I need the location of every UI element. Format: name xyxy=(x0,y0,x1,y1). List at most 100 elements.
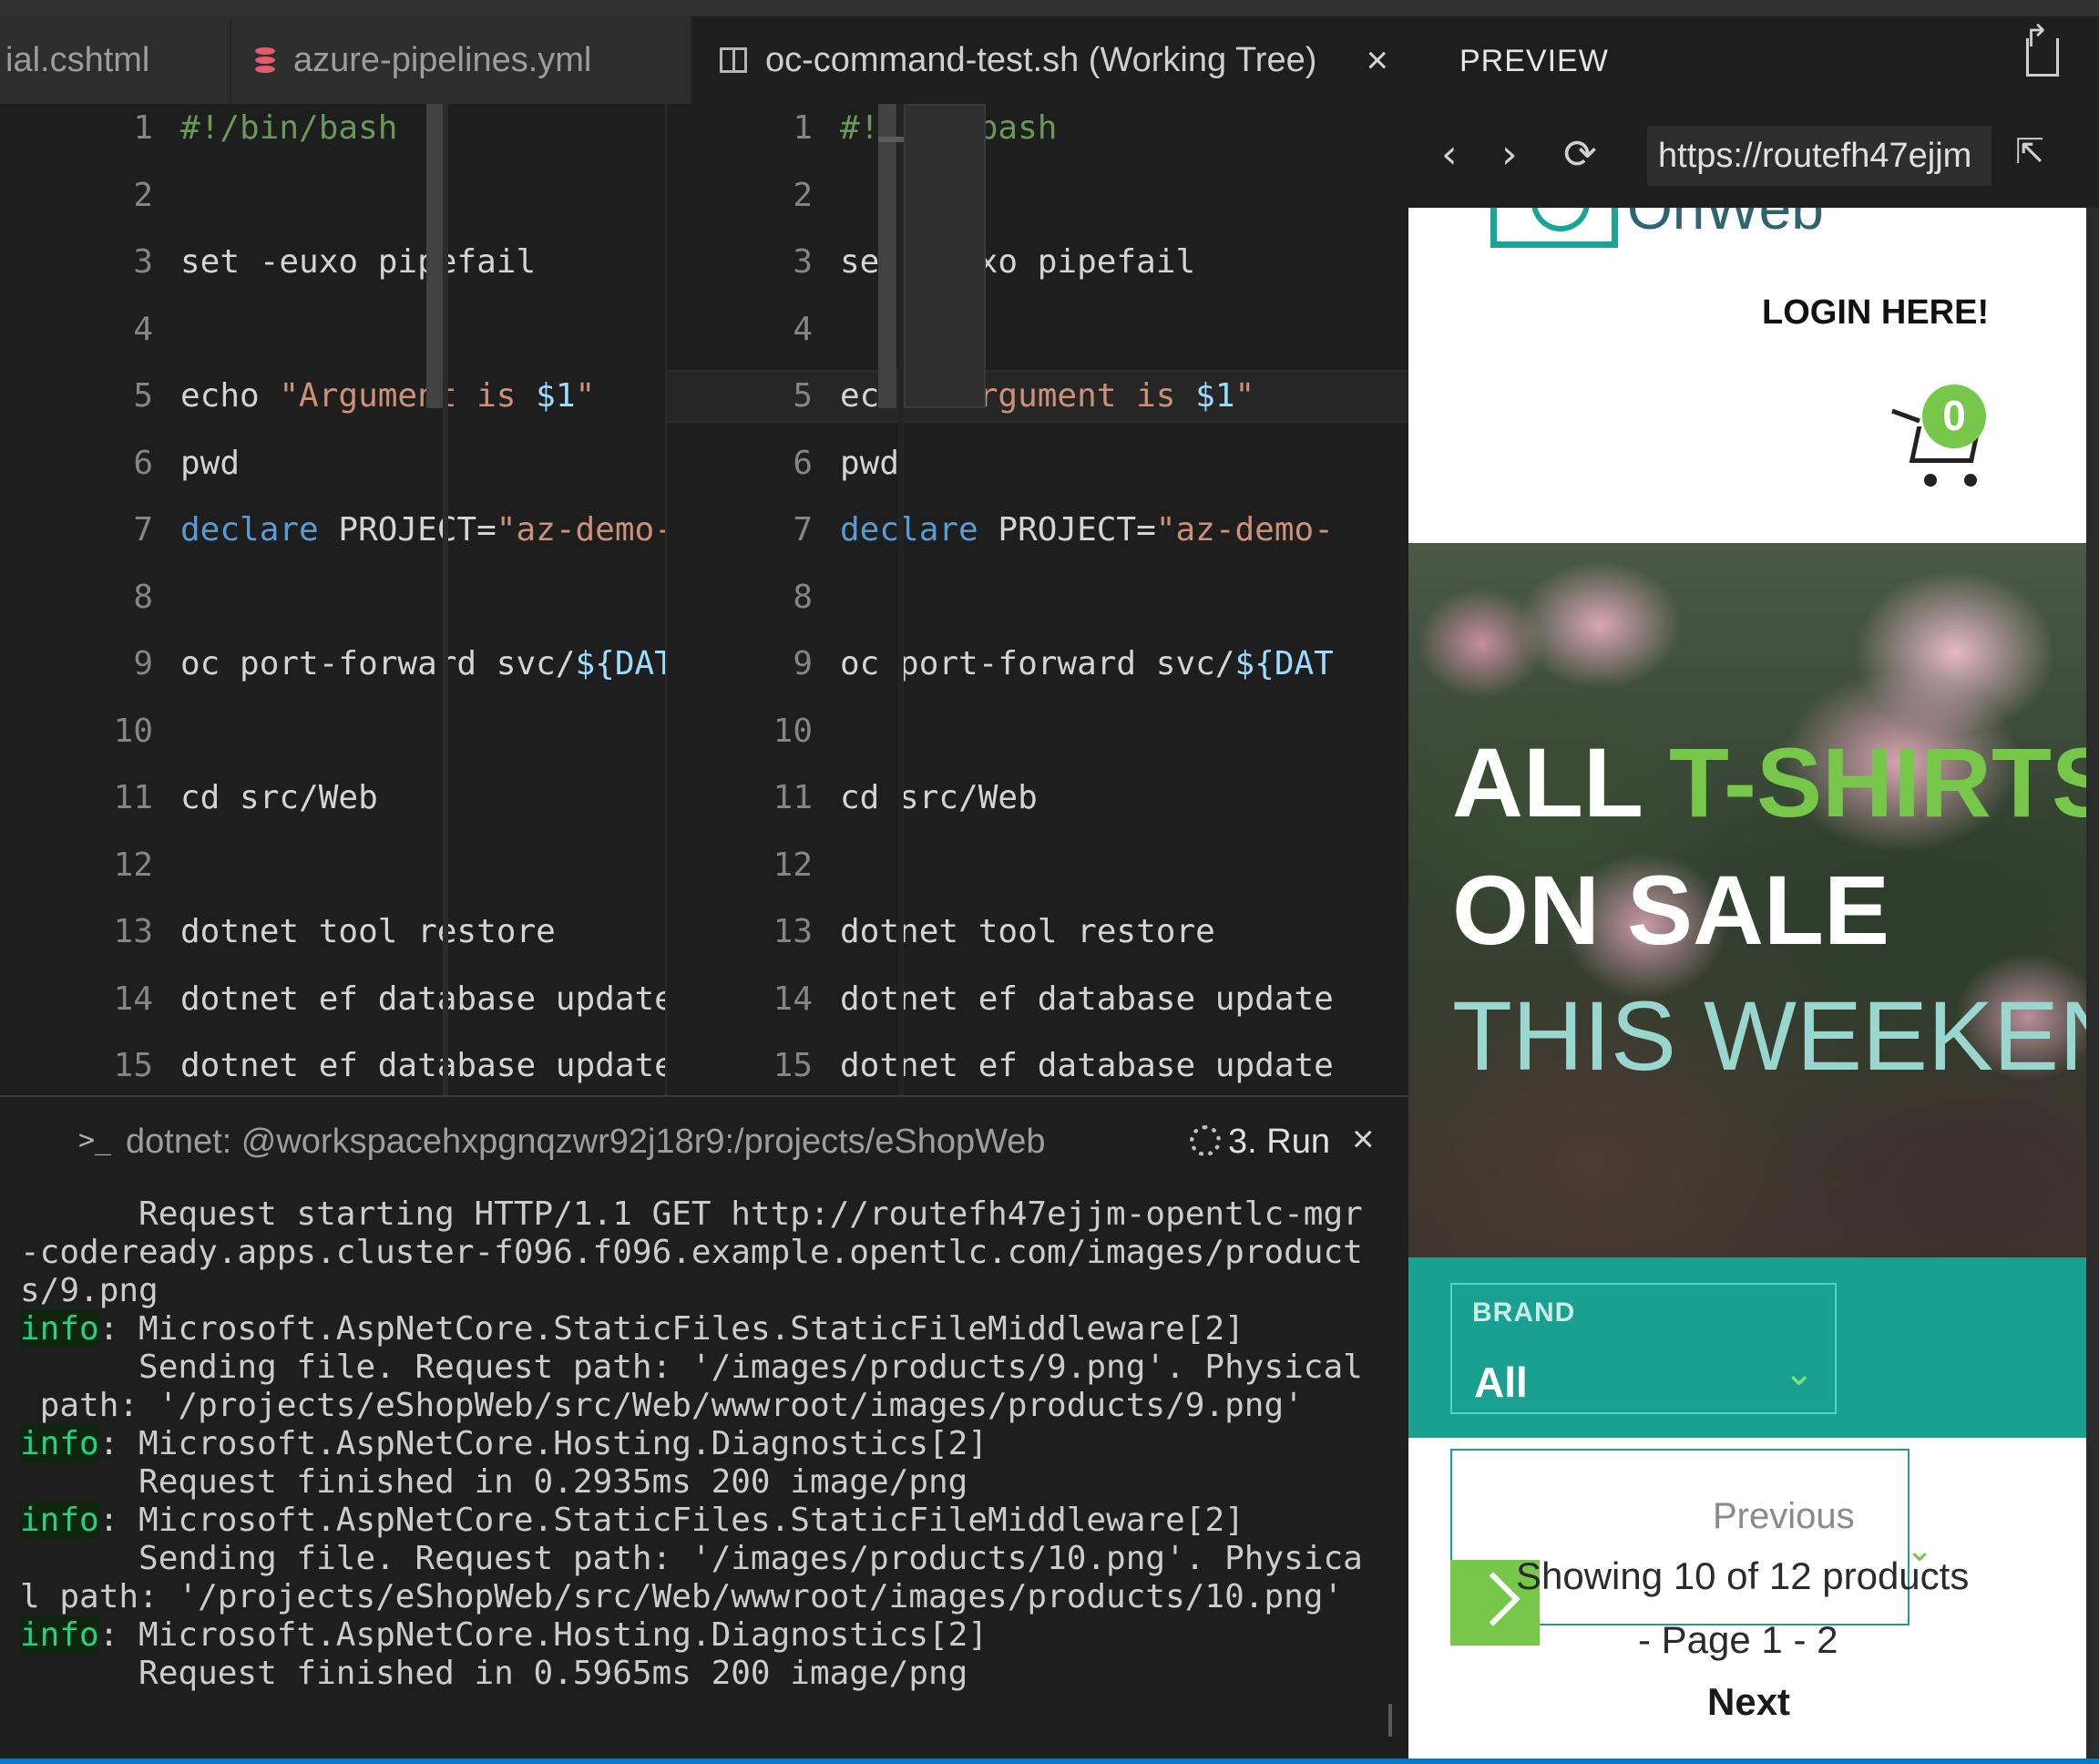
code-line[interactable]: 11 cd src/Web xyxy=(0,774,665,823)
code-line[interactable]: 13 dotnet tool restore xyxy=(0,908,665,957)
terminal-line: Request finished in 0.2935ms 200 image/p… xyxy=(20,1463,968,1501)
editor-pane-original[interactable]: 1 #!/bin/bash 2 3 set -euxo pipefail 4 5 echo "… xyxy=(0,104,665,1095)
code-line[interactable]: 4 xyxy=(0,305,665,354)
tab-cshtml[interactable]: ial.cshtml xyxy=(0,16,230,104)
code-line[interactable]: 2 xyxy=(0,171,665,220)
refresh-icon[interactable]: ⟳ xyxy=(1563,131,1597,178)
terminal-line: l path: '/projects/eShopWeb/src/Web/wwwr… xyxy=(20,1578,1344,1615)
url-input[interactable]: https://routefh47ejjm xyxy=(1647,126,1991,186)
scrollbar-thumb[interactable] xyxy=(426,104,443,408)
code-line[interactable]: 1#!/bin/bash xyxy=(667,104,1408,153)
code-line[interactable]: 11 cd src/Web xyxy=(667,774,1408,823)
terminal-header: >_ dotnet: @workspacehxpgnqzwr92j18r9:/p… xyxy=(0,1097,1408,1185)
terminal-title[interactable]: dotnet: @workspacehxpgnqzwr92j18r9:/proj… xyxy=(126,1123,1046,1162)
scrollbar-thumb[interactable] xyxy=(878,104,896,408)
code-line[interactable]: 10 xyxy=(0,707,665,756)
preview-scrollbar[interactable] xyxy=(2086,208,2099,1764)
terminal-line: -codeready.apps.cluster-f096.f096.exampl… xyxy=(20,1234,1363,1271)
export-icon[interactable] xyxy=(2023,18,2059,77)
code-line[interactable]: 15 dotnet ef database update xyxy=(0,1041,665,1091)
tab-azure-pipelines[interactable]: azure-pipelines.yml xyxy=(231,16,691,104)
code-line[interactable]: 13 dotnet tool restore xyxy=(667,908,1408,957)
tab-label: azure-pipelines.yml xyxy=(293,40,592,79)
code-text: dotnet tool restore xyxy=(180,913,556,950)
terminal-run-tab[interactable]: 3. Run xyxy=(1190,1123,1330,1162)
cart-wheel xyxy=(1924,474,1937,487)
cart-button[interactable]: 0 xyxy=(1889,385,1990,490)
code-line[interactable]: 10 xyxy=(667,707,1408,756)
code-line[interactable]: 12 xyxy=(0,841,665,890)
line-number: 4 xyxy=(793,311,813,348)
code-text: dotnet ef database update xyxy=(180,1047,665,1084)
line-number: 13 xyxy=(113,913,153,950)
line-number: 12 xyxy=(113,846,153,884)
code-text: dotnet ef database update xyxy=(180,980,665,1018)
terminal-line: path: '/projects/eShopWeb/src/Web/wwwroo… xyxy=(20,1387,1304,1424)
code-line[interactable]: 4 xyxy=(667,305,1408,354)
loading-spinner-icon xyxy=(1190,1125,1221,1156)
code-text: echo "Argument is $1" xyxy=(180,377,596,415)
terminal-panel[interactable]: >_ dotnet: @workspacehxpgnqzwr92j18r9:/p… xyxy=(0,1095,1408,1764)
code-line[interactable]: 8 xyxy=(667,573,1408,622)
code-line[interactable]: 9 oc port-forward svc/${DAT xyxy=(0,640,665,689)
run-tab-label: 3. Run xyxy=(1228,1123,1330,1161)
brand-select[interactable]: BRAND All ⌄ xyxy=(1450,1283,1837,1414)
chevron-down-icon: ⌄ xyxy=(1784,1353,1815,1393)
next-link[interactable]: Next xyxy=(1707,1680,1790,1724)
code-line[interactable]: 5echo "Argument is $1" xyxy=(0,372,665,421)
back-arrow-icon[interactable]: ‹ xyxy=(1441,131,1458,178)
line-number: 4 xyxy=(133,311,153,348)
code-line[interactable]: 12 xyxy=(667,841,1408,890)
filter-bar: BRAND All ⌄ xyxy=(1408,1257,2086,1438)
ruler xyxy=(443,104,448,1095)
login-link[interactable]: LOGIN HERE! xyxy=(1762,293,1989,333)
code-line[interactable]: 15 dotnet ef database update xyxy=(667,1041,1408,1091)
tab-label: oc-command-test.sh (Working Tree) xyxy=(765,40,1317,79)
hero-line-2: ON SALE xyxy=(1452,855,1890,965)
terminal-line: s/9.png xyxy=(20,1272,159,1309)
forward-arrow-icon[interactable]: › xyxy=(1501,131,1518,178)
code-line[interactable]: 14 dotnet ef database update xyxy=(0,975,665,1024)
hero-line-1: ALL T-SHIRTS xyxy=(1452,725,2086,839)
code-line[interactable]: 5echo "Argument is $1" xyxy=(667,370,1408,423)
line-number: 2 xyxy=(793,177,813,214)
pagination: Previous ⌄ All Showing 10 of 12 products… xyxy=(1408,1438,2086,1764)
preview-title: PREVIEW xyxy=(1459,44,1609,78)
line-number: 5 xyxy=(793,377,813,415)
line-number: 6 xyxy=(133,445,153,482)
website-viewport: OnWeb LOGIN HERE! 0 ALL T-SHIRTS ON SALE… xyxy=(1408,208,2086,1764)
code-line[interactable]: 1#!/bin/bash xyxy=(0,104,665,153)
page-range: - Page 1 - 2 xyxy=(1638,1618,1838,1661)
code-line[interactable]: 7 declare PROJECT="az-demo- xyxy=(0,506,665,555)
code-line[interactable]: 9 oc port-forward svc/${DAT xyxy=(667,640,1408,689)
code-line[interactable]: 3 set -euxo pipefail xyxy=(0,238,665,287)
line-number: 14 xyxy=(113,980,153,1018)
hero-line-3: THIS WEEKEND xyxy=(1452,980,2086,1091)
open-external-icon[interactable]: ⇱ xyxy=(2015,131,2044,172)
previous-link[interactable]: Previous xyxy=(1713,1496,1855,1537)
terminal-line: info: Microsoft.AspNetCore.Hosting.Diagn… xyxy=(20,1616,988,1654)
code-line[interactable]: 14 dotnet ef database update xyxy=(667,975,1408,1024)
line-number: 10 xyxy=(773,713,813,750)
logo-icon xyxy=(1490,208,1618,248)
minimap-slider[interactable] xyxy=(904,104,986,408)
line-number: 12 xyxy=(773,846,813,884)
close-tab-icon[interactable]: × xyxy=(1366,38,1388,82)
editor-pane-working-tree[interactable]: 1#!/bin/bash 2 3 set -euxo pipefail 4 5echo "… xyxy=(665,104,1408,1095)
line-number: 1 xyxy=(133,109,153,147)
code-line[interactable]: 3 set -euxo pipefail xyxy=(667,238,1408,287)
code-line[interactable]: 8 xyxy=(0,573,665,622)
line-number: 13 xyxy=(773,913,813,950)
code-line[interactable]: 2 xyxy=(667,171,1408,220)
terminal-scrollbar[interactable] xyxy=(1388,1704,1392,1737)
window-top-strip xyxy=(0,0,2099,16)
line-number: 15 xyxy=(113,1047,153,1084)
code-line[interactable]: 6 pwd xyxy=(667,439,1408,488)
results-count: Showing 10 of 12 products xyxy=(1516,1554,1970,1597)
code-line[interactable]: 6 pwd xyxy=(0,439,665,488)
tab-oc-command-test[interactable]: oc-command-test.sh (Working Tree) × xyxy=(692,16,1408,104)
close-terminal-icon[interactable]: × xyxy=(1352,1117,1375,1161)
code-line[interactable]: 7 declare PROJECT="az-demo- xyxy=(667,506,1408,555)
line-number: 14 xyxy=(773,980,813,1018)
line-number: 11 xyxy=(773,779,813,816)
